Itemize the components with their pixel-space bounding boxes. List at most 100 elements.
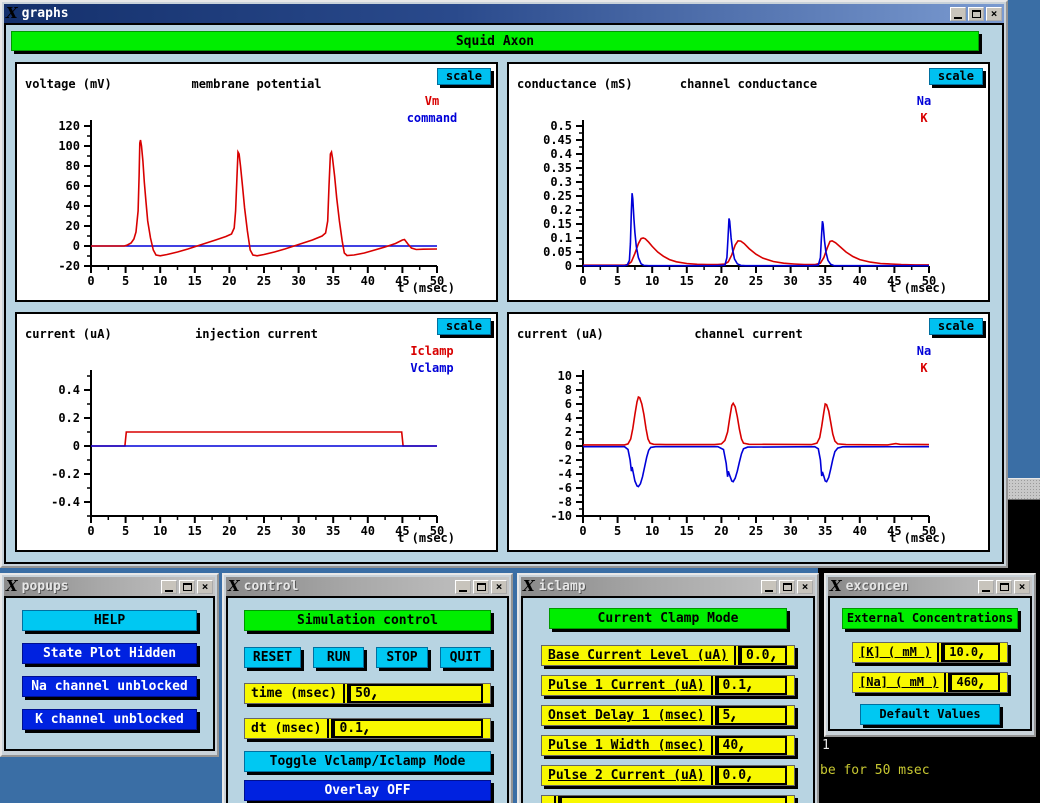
svg-text:-2: -2 <box>558 453 572 467</box>
pulse1-width-field[interactable]: Pulse 1 Width (msec) 40 <box>541 735 795 756</box>
legend-entry: Na <box>872 343 976 360</box>
maximize-button[interactable] <box>179 580 195 594</box>
stop-button[interactable]: STOP <box>376 647 427 668</box>
close-button[interactable]: × <box>491 580 507 594</box>
help-button[interactable]: HELP <box>22 610 197 631</box>
time-field[interactable]: time (msec) 50 <box>244 683 491 704</box>
graphs-window: X graphs × Squid Axon -20020406080100120… <box>0 0 1008 568</box>
onset-delay1-field[interactable]: Onset Delay 1 (msec) 5 <box>541 705 795 726</box>
svg-text:0.4: 0.4 <box>58 383 80 397</box>
svg-text:2: 2 <box>565 425 572 439</box>
svg-text:40: 40 <box>853 274 867 288</box>
run-button[interactable]: RUN <box>313 647 364 668</box>
iclamp-content: Current Clamp Mode Base Current Level (u… <box>521 596 815 803</box>
maximize-button[interactable] <box>968 7 984 21</box>
iclamp-window: X iclamp × Current Clamp Mode Base Curre… <box>517 573 819 803</box>
terminal-text: be for 50 msec <box>820 763 930 778</box>
pulse1-current-input[interactable]: 0.1 <box>717 676 787 695</box>
na-concentration-input[interactable]: 460 <box>950 673 1000 692</box>
close-button[interactable]: × <box>197 580 213 594</box>
maximize-button[interactable] <box>779 580 795 594</box>
svg-text:50: 50 <box>430 524 444 538</box>
k-concentration-input[interactable]: 10.0 <box>943 643 1000 662</box>
svg-text:45: 45 <box>887 524 901 538</box>
graph-title: channel current <box>509 327 988 341</box>
base-current-input[interactable]: 0.0 <box>740 646 787 665</box>
pulse2-current-field[interactable]: Pulse 2 Current (uA) 0.0 <box>541 765 795 786</box>
legend: NaK <box>872 343 976 377</box>
exconcen-titlebar[interactable]: X exconcen × <box>828 577 1032 596</box>
svg-text:40: 40 <box>361 524 375 538</box>
external-concentrations-header: External Concentrations <box>842 608 1018 629</box>
na-channel-block-button[interactable]: Na channel unblocked <box>22 676 197 697</box>
reset-button[interactable]: RESET <box>244 647 301 668</box>
state-plot-button[interactable]: State Plot Hidden <box>22 643 197 664</box>
svg-text:15: 15 <box>188 524 202 538</box>
svg-text:8: 8 <box>565 383 572 397</box>
pulse2-current-input[interactable]: 0.0 <box>717 766 787 785</box>
pulse1-current-field[interactable]: Pulse 1 Current (uA) 0.1 <box>541 675 795 696</box>
base-current-field[interactable]: Base Current Level (uA) 0.0 <box>541 645 795 666</box>
partial-field[interactable] <box>541 795 795 803</box>
default-values-button[interactable]: Default Values <box>860 704 1000 725</box>
minimize-button[interactable] <box>978 580 994 594</box>
window-title: control <box>244 578 299 595</box>
svg-text:5: 5 <box>122 524 129 538</box>
control-titlebar[interactable]: X control × <box>226 577 509 596</box>
svg-text:0: 0 <box>579 524 586 538</box>
minimize-button[interactable] <box>761 580 777 594</box>
overlay-button[interactable]: Overlay OFF <box>244 780 491 801</box>
legend-entry: K <box>872 360 976 377</box>
scale-button[interactable]: scale <box>437 68 491 85</box>
toggle-clamp-mode-button[interactable]: Toggle Vclamp/Iclamp Mode <box>244 751 491 772</box>
close-button[interactable]: × <box>986 7 1002 21</box>
close-button[interactable]: × <box>797 580 813 594</box>
scale-button[interactable]: scale <box>437 318 491 335</box>
minimize-button[interactable] <box>455 580 471 594</box>
graphs-titlebar[interactable]: X graphs × <box>4 4 1004 23</box>
time-input[interactable]: 50 <box>349 684 483 703</box>
x11-logo-icon: X <box>6 578 18 595</box>
scale-button[interactable]: scale <box>929 318 983 335</box>
minimize-button[interactable] <box>950 7 966 21</box>
svg-text:0.15: 0.15 <box>543 217 572 231</box>
svg-text:5: 5 <box>122 274 129 288</box>
legend: NaK <box>872 93 976 127</box>
legend-entry: Vm <box>380 93 484 110</box>
current-clamp-header: Current Clamp Mode <box>549 608 787 629</box>
svg-text:10: 10 <box>153 274 167 288</box>
graph-panel-membrane-potential: -2002040608010012005101520253035404550t … <box>15 62 498 302</box>
svg-text:t (msec): t (msec) <box>889 531 947 545</box>
popups-content: HELP State Plot Hidden Na channel unbloc… <box>4 596 215 751</box>
svg-text:20: 20 <box>222 274 236 288</box>
k-concentration-field[interactable]: [K] ( mM ) 10.0 <box>852 642 1008 663</box>
maximize-button[interactable] <box>996 580 1012 594</box>
maximize-button[interactable] <box>473 580 489 594</box>
exconcen-window: X exconcen × External Concentrations [K]… <box>824 573 1036 737</box>
svg-text:15: 15 <box>680 524 694 538</box>
svg-text:10: 10 <box>153 524 167 538</box>
popups-titlebar[interactable]: X popups × <box>4 577 215 596</box>
onset-delay1-input[interactable]: 5 <box>717 706 787 725</box>
svg-text:0: 0 <box>87 524 94 538</box>
dt-field[interactable]: dt (msec) 0.1 <box>244 718 491 739</box>
window-title: graphs <box>22 5 69 22</box>
svg-text:20: 20 <box>66 219 80 233</box>
svg-text:-6: -6 <box>558 481 572 495</box>
pulse1-width-input[interactable]: 40 <box>717 736 787 755</box>
close-button[interactable]: × <box>1014 580 1030 594</box>
x11-logo-icon: X <box>830 578 842 595</box>
na-concentration-field[interactable]: [Na] ( mM ) 460 <box>852 672 1008 693</box>
svg-text:10: 10 <box>558 369 572 383</box>
squid-axon-banner: Squid Axon <box>11 31 979 51</box>
quit-button[interactable]: QUIT <box>440 647 491 668</box>
legend-entry: K <box>872 110 976 127</box>
dt-input[interactable]: 0.1 <box>333 719 483 738</box>
scale-button[interactable]: scale <box>929 68 983 85</box>
x11-logo-icon: X <box>228 578 240 595</box>
svg-text:-0.4: -0.4 <box>51 495 80 509</box>
iclamp-titlebar[interactable]: X iclamp × <box>521 577 815 596</box>
legend-entry: Iclamp <box>380 343 484 360</box>
minimize-button[interactable] <box>161 580 177 594</box>
k-channel-block-button[interactable]: K channel unblocked <box>22 709 197 730</box>
